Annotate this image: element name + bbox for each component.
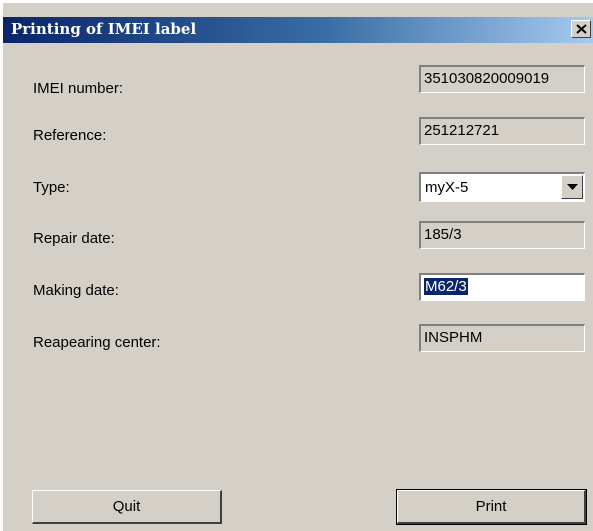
repairing-center-field: INSPHM bbox=[419, 324, 585, 352]
type-label: Type: bbox=[33, 179, 70, 196]
close-button[interactable] bbox=[571, 20, 591, 38]
making-date-label: Making date: bbox=[33, 282, 119, 299]
title-bar[interactable]: Printing of IMEI label bbox=[3, 17, 593, 43]
repairing-center-label: Reapearing center: bbox=[33, 334, 161, 351]
type-select[interactable]: myX-5 bbox=[419, 172, 585, 202]
chevron-down-icon bbox=[567, 184, 578, 190]
making-date-input[interactable]: M62/3 bbox=[419, 273, 585, 301]
imei-label-dialog: Printing of IMEI label IMEI number: 3510… bbox=[0, 0, 593, 531]
quit-button[interactable]: Quit bbox=[32, 490, 222, 524]
type-select-dropdown-button[interactable] bbox=[561, 175, 583, 199]
type-select-value: myX-5 bbox=[425, 179, 469, 196]
repair-date-field: 185/3 bbox=[419, 221, 585, 249]
repair-date-label: Repair date: bbox=[33, 230, 115, 247]
reference-field: 251212721 bbox=[419, 117, 585, 145]
making-date-value: M62/3 bbox=[424, 278, 468, 295]
imei-number-field: 351030820009019 bbox=[419, 65, 585, 93]
window-title: Printing of IMEI label bbox=[11, 20, 197, 38]
imei-number-label: IMEI number: bbox=[33, 80, 124, 97]
close-icon bbox=[576, 24, 587, 34]
print-button[interactable]: Print bbox=[396, 489, 587, 525]
reference-label: Reference: bbox=[33, 127, 107, 144]
